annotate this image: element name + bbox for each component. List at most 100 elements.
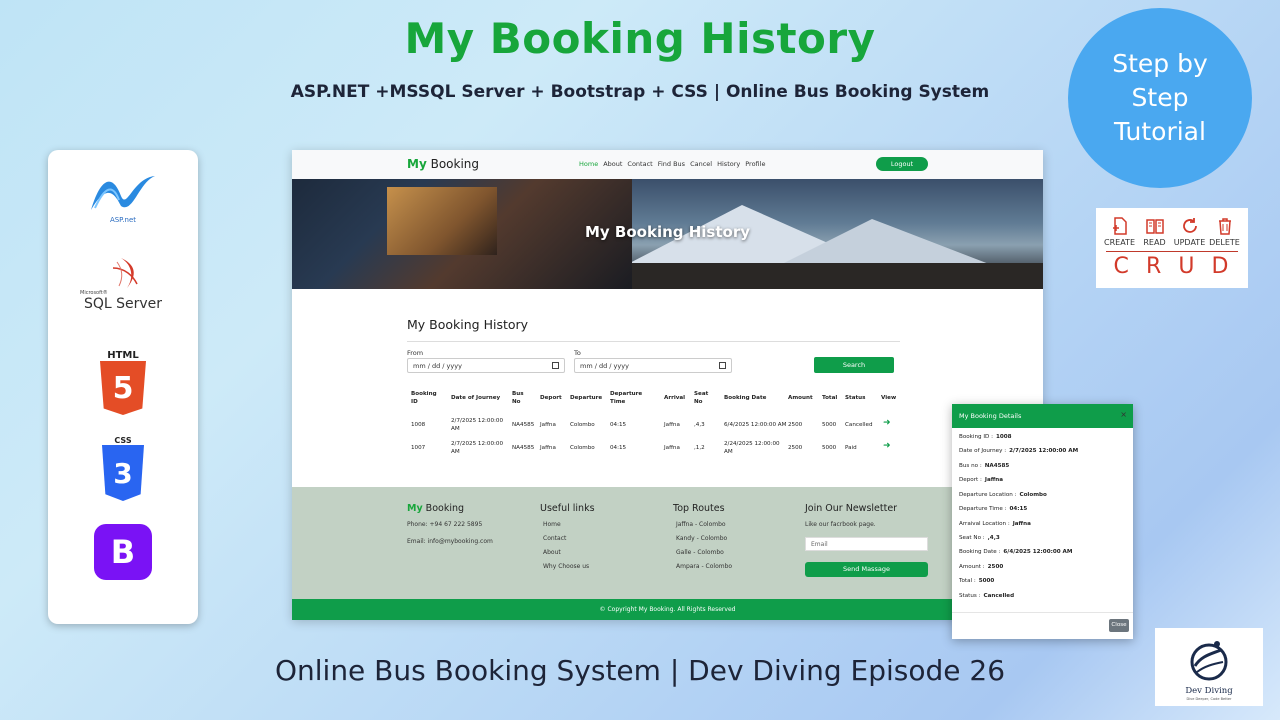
modal-header: My Booking Details × xyxy=(952,404,1133,428)
dev-diving-logo: Dev Diving Dive Deeper, Code Better xyxy=(1155,628,1263,706)
aspnet-icon xyxy=(91,176,155,210)
html5-logo: HTML 5 xyxy=(48,350,198,415)
read-book-icon xyxy=(1145,219,1164,234)
detail-amount: Amount :2500 xyxy=(959,564,1004,570)
cell-status: Cancelled xyxy=(845,422,873,428)
footer-link-contact[interactable]: Contact xyxy=(543,535,566,542)
navbar-brand[interactable]: My Booking xyxy=(407,157,479,171)
cell-deport: Jaffna xyxy=(540,445,556,451)
cell-dep-time: 04:15 xyxy=(610,445,627,451)
bootstrap-logo: B xyxy=(48,524,198,580)
calendar-icon[interactable] xyxy=(719,362,726,369)
sql-server-logo: Microsoft® SQL Server xyxy=(48,254,198,312)
detail-booking-date: Booking Date :6/4/2025 12:00:00 AM xyxy=(959,549,1073,555)
update-refresh-icon xyxy=(1182,218,1197,233)
to-date-input[interactable]: mm / dd / yyyy xyxy=(574,358,732,373)
crud-letter-u: U xyxy=(1178,254,1197,279)
crud-label-read: READ xyxy=(1143,238,1166,247)
col-view: View xyxy=(881,395,897,401)
send-message-button[interactable]: Send Massage xyxy=(805,562,928,577)
dev-diving-emblem-icon xyxy=(1190,641,1228,681)
detail-date-of-journey: Date of Journey :2/7/2025 12:00:00 AM xyxy=(959,448,1079,454)
detail-departure-location: Departure Location : Colombo xyxy=(959,492,1047,498)
nav-profile[interactable]: Profile xyxy=(745,160,765,168)
route-link[interactable]: Ampara - Colombo xyxy=(676,563,732,570)
nav-cancel[interactable]: Cancel xyxy=(690,160,712,168)
col-total: Total xyxy=(822,395,838,401)
history-content: My Booking History From mm / dd / yyyy T… xyxy=(292,289,1043,487)
from-date-placeholder: mm / dd / yyyy xyxy=(413,362,462,370)
nav-find-bus[interactable]: Find Bus xyxy=(658,160,685,168)
cell-doj: 2/7/2025 12:00:00 AM xyxy=(451,441,504,455)
calendar-icon[interactable] xyxy=(552,362,559,369)
newsletter-email-input[interactable]: Email xyxy=(805,537,928,551)
badge-line-3: Tutorial xyxy=(1114,117,1206,146)
col-bus-no: Bus No xyxy=(512,391,524,405)
hero-title: My Booking History xyxy=(585,223,750,241)
search-button[interactable]: Search xyxy=(814,357,894,373)
cell-departure: Colombo xyxy=(570,422,595,428)
col-departure-time: Departure Time xyxy=(610,391,643,405)
view-arrow-icon[interactable]: ➜ xyxy=(883,418,891,428)
css3-shield-icon: 3 xyxy=(102,445,144,501)
aspnet-logo: ASP.net xyxy=(48,170,198,224)
website-screenshot: My Booking Home About Contact Find Bus C… xyxy=(292,150,1043,620)
footer-link-why[interactable]: Why Choose us xyxy=(543,563,589,570)
col-date-of-journey: Date of Journey xyxy=(451,395,501,401)
html-label: HTML xyxy=(107,350,139,361)
from-date-input[interactable]: mm / dd / yyyy xyxy=(407,358,565,373)
footer-link-home[interactable]: Home xyxy=(543,521,561,528)
close-button[interactable]: Close xyxy=(1109,619,1129,632)
hero-banner: My Booking History xyxy=(292,179,1043,289)
detail-seat-no: Seat No : ,4,3 xyxy=(959,535,1000,541)
nav-about[interactable]: About xyxy=(603,160,622,168)
footer-link-about[interactable]: About xyxy=(543,549,561,556)
detail-departure-time: Departure Time :04:15 xyxy=(959,506,1028,512)
view-arrow-icon[interactable]: ➜ xyxy=(883,441,891,451)
footer-phone: Phone: +94 67 222 5895 xyxy=(407,521,483,528)
footer-email: Email: info@mybooking.com xyxy=(407,538,493,545)
nav-history[interactable]: History xyxy=(717,160,740,168)
page-heading: My Booking History xyxy=(407,317,529,332)
close-icon[interactable]: × xyxy=(1120,410,1127,419)
tech-stack-card: ASP.net Microsoft® SQL Server HTML 5 CSS… xyxy=(48,150,198,624)
route-link[interactable]: Galle - Colombo xyxy=(676,549,724,556)
bottom-title: Online Bus Booking System | Dev Diving E… xyxy=(274,654,1006,687)
cell-dep-time: 04:15 xyxy=(610,422,627,428)
to-date-placeholder: mm / dd / yyyy xyxy=(580,362,629,370)
crud-card: CREATE READ UPDATE DELETE C R U D xyxy=(1096,208,1248,288)
cell-bus: NA4585 xyxy=(512,445,535,451)
cell-booking-date: 6/4/2025 12:00:00 AM xyxy=(724,422,787,428)
cell-bus: NA4585 xyxy=(512,422,535,428)
html5-number: 5 xyxy=(112,370,134,406)
crud-letter-d: D xyxy=(1211,254,1231,279)
route-link[interactable]: Jaffna - Colombo xyxy=(676,521,726,528)
useful-links-title: Useful links xyxy=(540,503,595,514)
detail-bus-no: Bus no : NA4585 xyxy=(959,463,1010,469)
css3-logo: CSS 3 xyxy=(48,436,198,501)
cell-amount: 2500 xyxy=(788,422,803,428)
detail-deport: Deport : Jaffna xyxy=(959,477,1004,483)
logout-button[interactable]: Logout xyxy=(876,157,928,171)
cell-status: Paid xyxy=(845,445,857,451)
navbar: My Booking Home About Contact Find Bus C… xyxy=(292,150,1043,179)
col-booking-date: Booking Date xyxy=(724,395,767,401)
modal-footer xyxy=(952,612,1133,613)
col-arrival: Arrival xyxy=(664,395,686,401)
route-link[interactable]: Kandy - Colombo xyxy=(676,535,727,542)
col-status: Status xyxy=(845,395,866,401)
cell-deport: Jaffna xyxy=(540,422,556,428)
css-label: CSS xyxy=(114,436,132,445)
heading-divider xyxy=(407,341,900,342)
col-deport: Deport xyxy=(540,395,562,401)
nav-contact[interactable]: Contact xyxy=(627,160,652,168)
cell-seat: ,4,3 xyxy=(694,422,705,428)
nav-home[interactable]: Home xyxy=(579,160,598,168)
delete-trash-icon xyxy=(1218,218,1231,235)
top-routes-title: Top Routes xyxy=(673,503,725,514)
badge-line-1: Step by xyxy=(1112,49,1208,78)
newsletter-title: Join Our Newsletter xyxy=(805,503,898,514)
cell-booking-date: 2/24/2025 12:00:00 AM xyxy=(724,441,780,455)
booking-details-modal: My Booking Details × Booking ID :1008 Da… xyxy=(952,404,1133,639)
badge-line-2: Step xyxy=(1131,83,1189,112)
